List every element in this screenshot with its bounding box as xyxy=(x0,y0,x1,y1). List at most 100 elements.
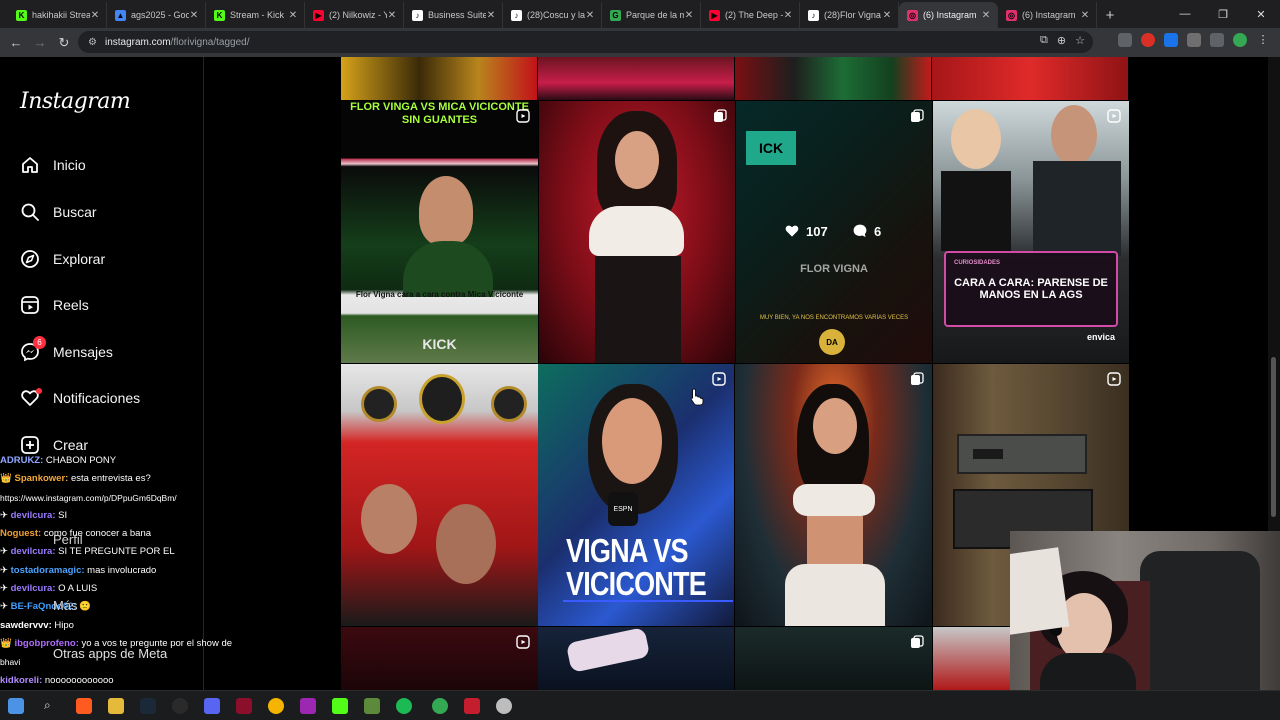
minimize-icon[interactable]: — xyxy=(1166,0,1204,28)
browser-tab[interactable]: ▲ ags2025 - Goo ✕ xyxy=(107,2,206,28)
post-tile-red-curtain[interactable] xyxy=(539,101,735,363)
chat-text: CHABON PONY xyxy=(45,455,117,466)
browser-tab[interactable]: ▶ (2) Nilkowiz - Y ✕ xyxy=(305,2,404,28)
nav-item-mensajes[interactable]: 6 Mensajes xyxy=(20,336,113,365)
card-title: CARA A CARA: PARENSE DE MANOS EN LA AGS xyxy=(954,277,1108,301)
search-icon[interactable]: ⌕ xyxy=(44,698,60,714)
browser-tab[interactable]: ♪ (28)Coscu y la ✕ xyxy=(503,2,602,28)
tab-close-icon[interactable]: ✕ xyxy=(288,10,298,21)
reload-icon[interactable]: ↻ xyxy=(52,31,76,55)
extension-icon[interactable] xyxy=(1118,33,1132,47)
post-tile[interactable] xyxy=(735,57,931,100)
object xyxy=(565,627,651,673)
post-tile-vigna-vs-viciconte[interactable]: ESPN VIGNA VS VICICONTE xyxy=(538,364,734,626)
chat-username[interactable]: Spankower: xyxy=(14,473,68,484)
post-tile[interactable] xyxy=(341,57,537,100)
post-tile-flor-vigna-interview[interactable]: ICK 107 6 FLOR VIGNA MUY BIEN, YA NOS EN… xyxy=(736,101,932,363)
post-tile-flor-vs-mica[interactable]: FLOR VINGA VS MICA VICICONTE SIN GUANTES… xyxy=(341,101,538,363)
post-tile-cara-a-cara[interactable]: CURIOSIDADES CARA A CARA: PARENSE DE MAN… xyxy=(933,101,1129,363)
back-icon[interactable]: ← xyxy=(4,31,28,55)
browser-tab[interactable]: G Parque de la m ✕ xyxy=(602,2,701,28)
tab-close-icon[interactable]: ✕ xyxy=(981,10,991,21)
app-icon[interactable] xyxy=(496,698,512,714)
restore-icon[interactable]: ❐ xyxy=(1204,0,1242,28)
extension-icon[interactable] xyxy=(1164,33,1178,47)
tab-close-icon[interactable]: ✕ xyxy=(783,10,793,21)
screen: { "browser": { "tabs": [ {"title": "haki… xyxy=(0,0,1280,720)
chat-username[interactable]: devilcura: xyxy=(11,510,56,521)
tab-close-icon[interactable]: ✕ xyxy=(486,10,496,21)
chrome-icon[interactable] xyxy=(432,698,448,714)
browser-tab[interactable]: ♪ Business Suite ✕ xyxy=(404,2,503,28)
sidebar-panel-icon[interactable] xyxy=(1210,33,1224,47)
windows-start-icon[interactable] xyxy=(8,698,24,714)
tab-close-icon[interactable]: ✕ xyxy=(1080,10,1090,21)
tab-favicon-icon: ♪ xyxy=(412,9,423,21)
new-tab-button[interactable]: + xyxy=(1097,2,1123,28)
file-explorer-icon[interactable] xyxy=(108,698,124,714)
tab-close-icon[interactable]: ✕ xyxy=(585,10,595,21)
address-bar[interactable]: ⚙ instagram.com/florivigna/tagged/ ⧉ ⊕ ☆ xyxy=(78,31,1093,53)
nav-item-inicio[interactable]: Inicio xyxy=(20,152,86,178)
chat-username[interactable]: devilcura: xyxy=(11,583,56,594)
tab-favicon-icon: ▲ xyxy=(115,9,126,21)
instagram-logo[interactable]: Instagram xyxy=(20,89,131,114)
tab-close-icon[interactable]: ✕ xyxy=(684,10,694,21)
tab-close-icon[interactable]: ✕ xyxy=(90,10,100,21)
tab-close-icon[interactable]: ✕ xyxy=(387,10,397,21)
tab-close-icon[interactable]: ✕ xyxy=(882,10,892,21)
nav-item-notificaciones[interactable]: Notificaciones xyxy=(20,385,140,411)
nav-item-mas[interactable]: Más xyxy=(53,598,78,613)
chat-username[interactable]: ADRUKZ: xyxy=(0,455,43,466)
post-tile[interactable] xyxy=(538,57,734,100)
post-tile-belt-champions[interactable] xyxy=(341,364,538,626)
chat-username[interactable]: kidkoreli: xyxy=(0,675,42,686)
app-icon[interactable] xyxy=(236,698,252,714)
nav-item-perfil[interactable]: Perfil xyxy=(53,532,83,547)
nav-item-reels[interactable]: Reels xyxy=(20,292,89,318)
site-info-icon[interactable]: ⚙ xyxy=(88,37,97,48)
obs-icon[interactable] xyxy=(172,698,188,714)
minecraft-icon[interactable] xyxy=(364,698,380,714)
tab-favicon-icon: ♪ xyxy=(511,9,522,21)
profile-avatar-icon[interactable] xyxy=(1233,33,1247,47)
steam-icon[interactable] xyxy=(140,698,156,714)
browser-tab[interactable]: ◎ (6) Instagram ✕ xyxy=(899,2,998,28)
chat-username[interactable]: sawdervvv: xyxy=(0,620,52,631)
app-icon[interactable] xyxy=(300,698,316,714)
browser-tab[interactable]: ♪ (28)Flor Vigna ✕ xyxy=(800,2,899,28)
webcam-overlay xyxy=(1010,531,1280,690)
close-window-icon[interactable]: ✕ xyxy=(1242,0,1280,28)
zoom-icon[interactable]: ⊕ xyxy=(1057,34,1066,47)
chat-username[interactable]: devilcura: xyxy=(11,546,56,557)
tab-close-icon[interactable]: ✕ xyxy=(189,10,199,21)
forward-icon[interactable]: → xyxy=(28,31,52,55)
post-tile-singer-white-dress[interactable] xyxy=(735,364,932,626)
brave-icon[interactable] xyxy=(76,698,92,714)
menu-kebab-icon[interactable]: ⋮ xyxy=(1256,33,1270,47)
nav-item-buscar[interactable]: Buscar xyxy=(20,199,97,225)
install-icon[interactable]: ⧉ xyxy=(1040,34,1048,47)
post-tile[interactable] xyxy=(735,627,932,690)
kick-icon[interactable] xyxy=(332,698,348,714)
chrome-icon[interactable] xyxy=(268,698,284,714)
post-tile[interactable] xyxy=(341,627,538,690)
scrollbar-thumb[interactable] xyxy=(1271,357,1276,517)
puzzle-icon[interactable] xyxy=(1187,33,1201,47)
spotify-icon[interactable] xyxy=(396,698,412,714)
nav-item-meta-apps[interactable]: Otras apps de Meta xyxy=(53,646,167,661)
post-tile[interactable] xyxy=(932,57,1128,100)
extension-icon[interactable] xyxy=(1141,33,1155,47)
post-tile[interactable] xyxy=(538,627,734,690)
browser-tab[interactable]: ◎ (6) Instagram ✕ xyxy=(998,2,1097,28)
discord-icon[interactable] xyxy=(204,698,220,714)
nav-item-explorar[interactable]: Explorar xyxy=(20,246,105,272)
browser-tab[interactable]: K Stream - Kick ✕ xyxy=(206,2,305,28)
browser-tab[interactable]: ▶ (2) The Deep - ✕ xyxy=(701,2,800,28)
skin xyxy=(807,516,863,564)
bookmark-star-icon[interactable]: ☆ xyxy=(1075,34,1085,47)
chat-username[interactable]: Noguest: xyxy=(0,528,41,539)
chat-username[interactable]: tostadoramagic: xyxy=(11,565,85,576)
browser-tab[interactable]: Khakihakii Stream✕ xyxy=(8,2,107,28)
app-icon[interactable] xyxy=(464,698,480,714)
